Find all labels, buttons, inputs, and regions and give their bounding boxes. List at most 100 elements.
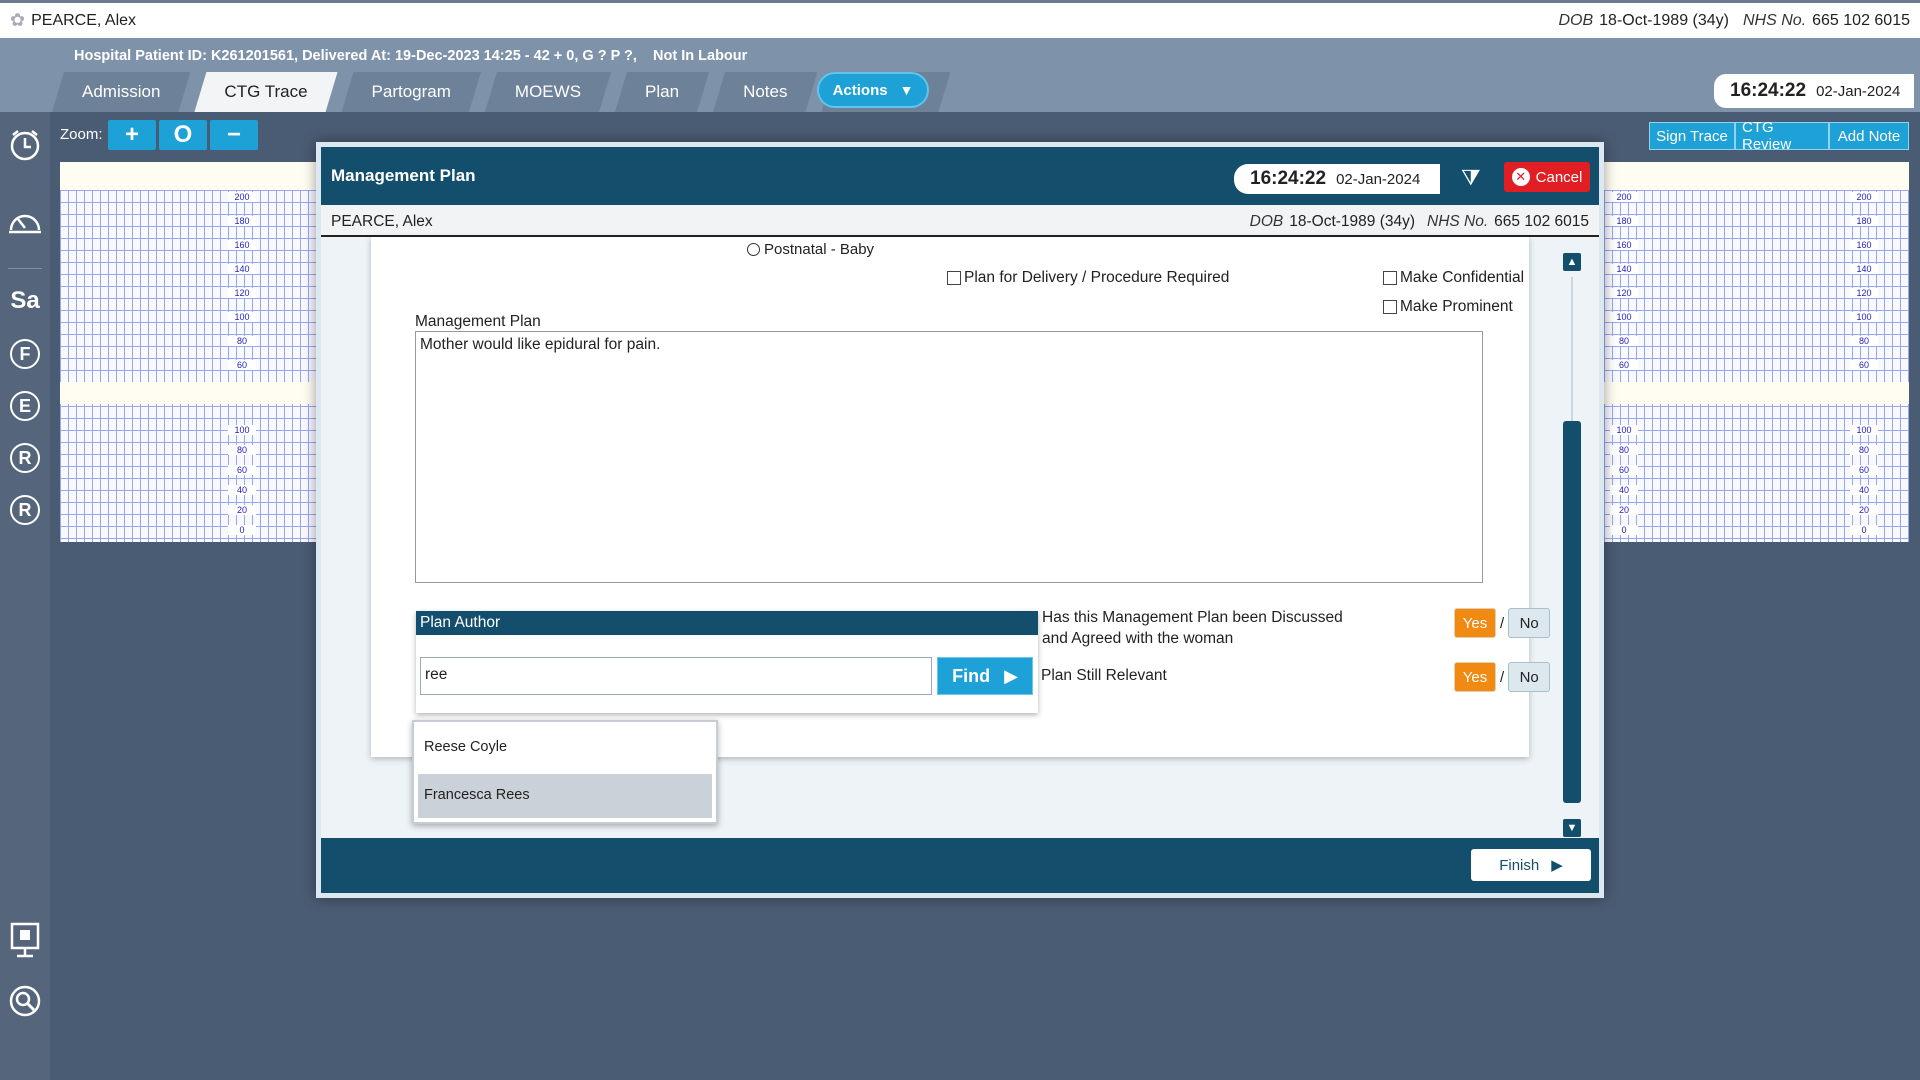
discussed-question-line1: Has this Management Plan been Discussed bbox=[1042, 609, 1343, 626]
tab-moews[interactable]: MOEWS bbox=[485, 72, 611, 112]
checkbox-box bbox=[1383, 300, 1397, 314]
patient-banner: ✿ PEARCE, Alex DOB 18-Oct-1989 (34y) NHS… bbox=[0, 0, 1920, 38]
fhr-scale-left: 200 180 160 140 120 100 80 60 100 80 60 40 20 0 bbox=[228, 192, 256, 542]
list-item[interactable]: Reese Coyle bbox=[418, 726, 712, 770]
slash-separator: / bbox=[1500, 614, 1505, 632]
scroll-down-icon[interactable]: ▼ bbox=[1563, 819, 1581, 837]
checkbox-make-prominent[interactable]: Make Prominent bbox=[1383, 298, 1513, 316]
checkbox-prominent-label: Make Prominent bbox=[1400, 298, 1513, 315]
relevant-yes-no: Yes / No bbox=[1454, 662, 1551, 692]
checkbox-plan-delivery-label: Plan for Delivery / Procedure Required bbox=[964, 269, 1230, 286]
speedometer-icon[interactable] bbox=[0, 198, 50, 244]
tab-ctg-trace[interactable]: CTG Trace bbox=[194, 72, 337, 112]
ctg-review-button[interactable]: CTG Review bbox=[1735, 119, 1829, 153]
find-label: Find bbox=[952, 665, 991, 686]
presentation-icon[interactable] bbox=[0, 918, 50, 964]
cancel-button[interactable]: ✕ Cancel bbox=[1504, 162, 1590, 192]
checkbox-confidential-label: Make Confidential bbox=[1400, 269, 1525, 286]
tab-partogram[interactable]: Partogram bbox=[342, 72, 481, 112]
management-plan-textarea[interactable]: Mother would like epidural for pain. bbox=[415, 331, 1483, 583]
search-icon[interactable] bbox=[0, 978, 50, 1024]
dialog-date: 02-Jan-2024 bbox=[1336, 170, 1421, 188]
zoom-out-button[interactable]: − bbox=[210, 120, 258, 150]
app-header: Hospital Patient ID: K261201561, Deliver… bbox=[0, 38, 1920, 112]
tab-plan[interactable]: Plan bbox=[615, 72, 709, 112]
sign-trace-button[interactable]: Sign Trace bbox=[1649, 122, 1735, 150]
radio-postnatal-baby[interactable]: Postnatal - Baby bbox=[747, 241, 874, 258]
alarm-clock-icon[interactable] bbox=[0, 122, 50, 168]
scroll-thumb[interactable] bbox=[1563, 421, 1581, 803]
sidebar-item-r1-label: R bbox=[10, 443, 40, 473]
filter-icon[interactable]: ⧩ bbox=[1461, 165, 1481, 191]
dialog-header: Management Plan 16:24:22 02-Jan-2024 ⧩ ✕… bbox=[321, 147, 1599, 205]
relevant-no-button[interactable]: No bbox=[1508, 662, 1551, 692]
add-note-button[interactable]: Add Note bbox=[1829, 122, 1909, 150]
sidebar-item-e[interactable]: E bbox=[0, 383, 50, 429]
dialog-scrollbar[interactable]: ▲ ▼ bbox=[1563, 253, 1581, 837]
relevant-yes-button[interactable]: Yes bbox=[1454, 662, 1496, 692]
scroll-up-icon[interactable]: ▲ bbox=[1563, 253, 1581, 271]
management-plan-label: Management Plan bbox=[415, 313, 541, 330]
dialog-time: 16:24:22 bbox=[1250, 168, 1327, 189]
patient-name: PEARCE, Alex bbox=[31, 11, 137, 29]
plan-author-heading: Plan Author bbox=[416, 611, 1038, 635]
plan-form-card: Postnatal - Baby Plan for Delivery / Pro… bbox=[371, 237, 1551, 757]
zoom-reset-button[interactable]: O bbox=[159, 120, 207, 150]
zoom-in-button[interactable]: + bbox=[108, 120, 156, 150]
fhr-scale-right-2: 200 180 160 140 120 100 80 60 100 80 60 40 20 0 bbox=[1850, 192, 1878, 542]
find-button[interactable]: Find ▶ bbox=[937, 657, 1033, 695]
sidebar-item-e-label: E bbox=[10, 391, 40, 421]
relevant-question: Plan Still Relevant bbox=[1041, 667, 1167, 684]
dialog-nhs-value: 665 102 6015 bbox=[1494, 213, 1589, 230]
author-suggestions-dropdown: Reese Coyle Francesca Rees bbox=[412, 720, 718, 824]
discussed-yes-no: Yes / No bbox=[1454, 608, 1551, 638]
clock-date: 02-Jan-2024 bbox=[1816, 82, 1901, 100]
radio-circle bbox=[747, 243, 760, 256]
tab-admission[interactable]: Admission bbox=[52, 72, 190, 112]
dialog-patient-name: PEARCE, Alex bbox=[331, 213, 433, 230]
checkbox-box bbox=[947, 271, 961, 285]
sidebar-item-f-label: F bbox=[10, 339, 40, 369]
left-sidebar: Sa F E R R bbox=[0, 112, 50, 1080]
dialog-dob-label: DOB bbox=[1249, 213, 1284, 230]
dialog-nhs-label: NHS No. bbox=[1427, 213, 1489, 230]
header-clock: 16:24:22 02-Jan-2024 bbox=[1714, 74, 1914, 108]
sidebar-item-r1[interactable]: R bbox=[0, 435, 50, 481]
hospital-patient-info: Hospital Patient ID: K261201561, Deliver… bbox=[74, 48, 748, 64]
dob-label: DOB bbox=[1558, 11, 1594, 29]
dialog-title: Management Plan bbox=[331, 166, 476, 185]
sidebar-item-sa[interactable]: Sa bbox=[0, 278, 50, 324]
triangle-down-icon: ▼ bbox=[899, 82, 914, 98]
finish-button[interactable]: Finish ▶ bbox=[1471, 849, 1591, 881]
flower-icon: ✿ bbox=[10, 10, 26, 30]
dob-value: 18-Oct-1989 (34y) bbox=[1599, 11, 1729, 29]
zoom-label: Zoom: bbox=[60, 126, 103, 143]
dialog-footer: Finish ▶ bbox=[321, 838, 1599, 893]
patient-details: DOB 18-Oct-1989 (34y) NHS No. 665 102 60… bbox=[1558, 12, 1910, 30]
checkbox-make-confidential[interactable]: Make Confidential bbox=[1383, 269, 1524, 287]
slash-separator: / bbox=[1500, 668, 1505, 686]
discussed-question: Has this Management Plan been Discussed … bbox=[1042, 607, 1343, 649]
radio-postnatal-baby-label: Postnatal - Baby bbox=[764, 241, 875, 258]
sidebar-item-r2-label: R bbox=[10, 495, 40, 525]
dialog-clock[interactable]: 16:24:22 02-Jan-2024 bbox=[1234, 164, 1440, 194]
tab-notes[interactable]: Notes bbox=[713, 72, 817, 112]
sidebar-item-r2[interactable]: R bbox=[0, 487, 50, 533]
nhs-value: 665 102 6015 bbox=[1812, 11, 1910, 29]
dialog-patient-details: DOB 18-Oct-1989 (34y) NHS No. 665 102 60… bbox=[1250, 213, 1589, 231]
list-item[interactable]: Francesca Rees bbox=[418, 774, 712, 818]
dialog-patient-bar: PEARCE, Alex DOB 18-Oct-1989 (34y) NHS N… bbox=[321, 205, 1599, 237]
discussed-yes-button[interactable]: Yes bbox=[1454, 608, 1496, 638]
sidebar-item-f[interactable]: F bbox=[0, 331, 50, 377]
ctg-trace-left: 200 180 160 140 120 100 80 60 100 80 60 40 20 0 bbox=[60, 162, 322, 542]
clock-time: 16:24:22 bbox=[1730, 80, 1807, 101]
fhr-scale-right-1: 200 180 160 140 120 100 80 60 100 80 60 40 20 0 bbox=[1610, 192, 1638, 542]
checkbox-box bbox=[1383, 271, 1397, 285]
close-icon: ✕ bbox=[1511, 168, 1530, 186]
discussed-no-button[interactable]: No bbox=[1508, 608, 1551, 638]
checkbox-plan-delivery[interactable]: Plan for Delivery / Procedure Required bbox=[947, 269, 1229, 287]
play-arrow-icon: ▶ bbox=[1551, 857, 1563, 874]
plan-author-panel: Plan Author ree Find ▶ bbox=[416, 611, 1038, 713]
actions-button[interactable]: Actions ▼ bbox=[817, 72, 929, 108]
plan-author-search-input[interactable]: ree bbox=[420, 657, 932, 695]
